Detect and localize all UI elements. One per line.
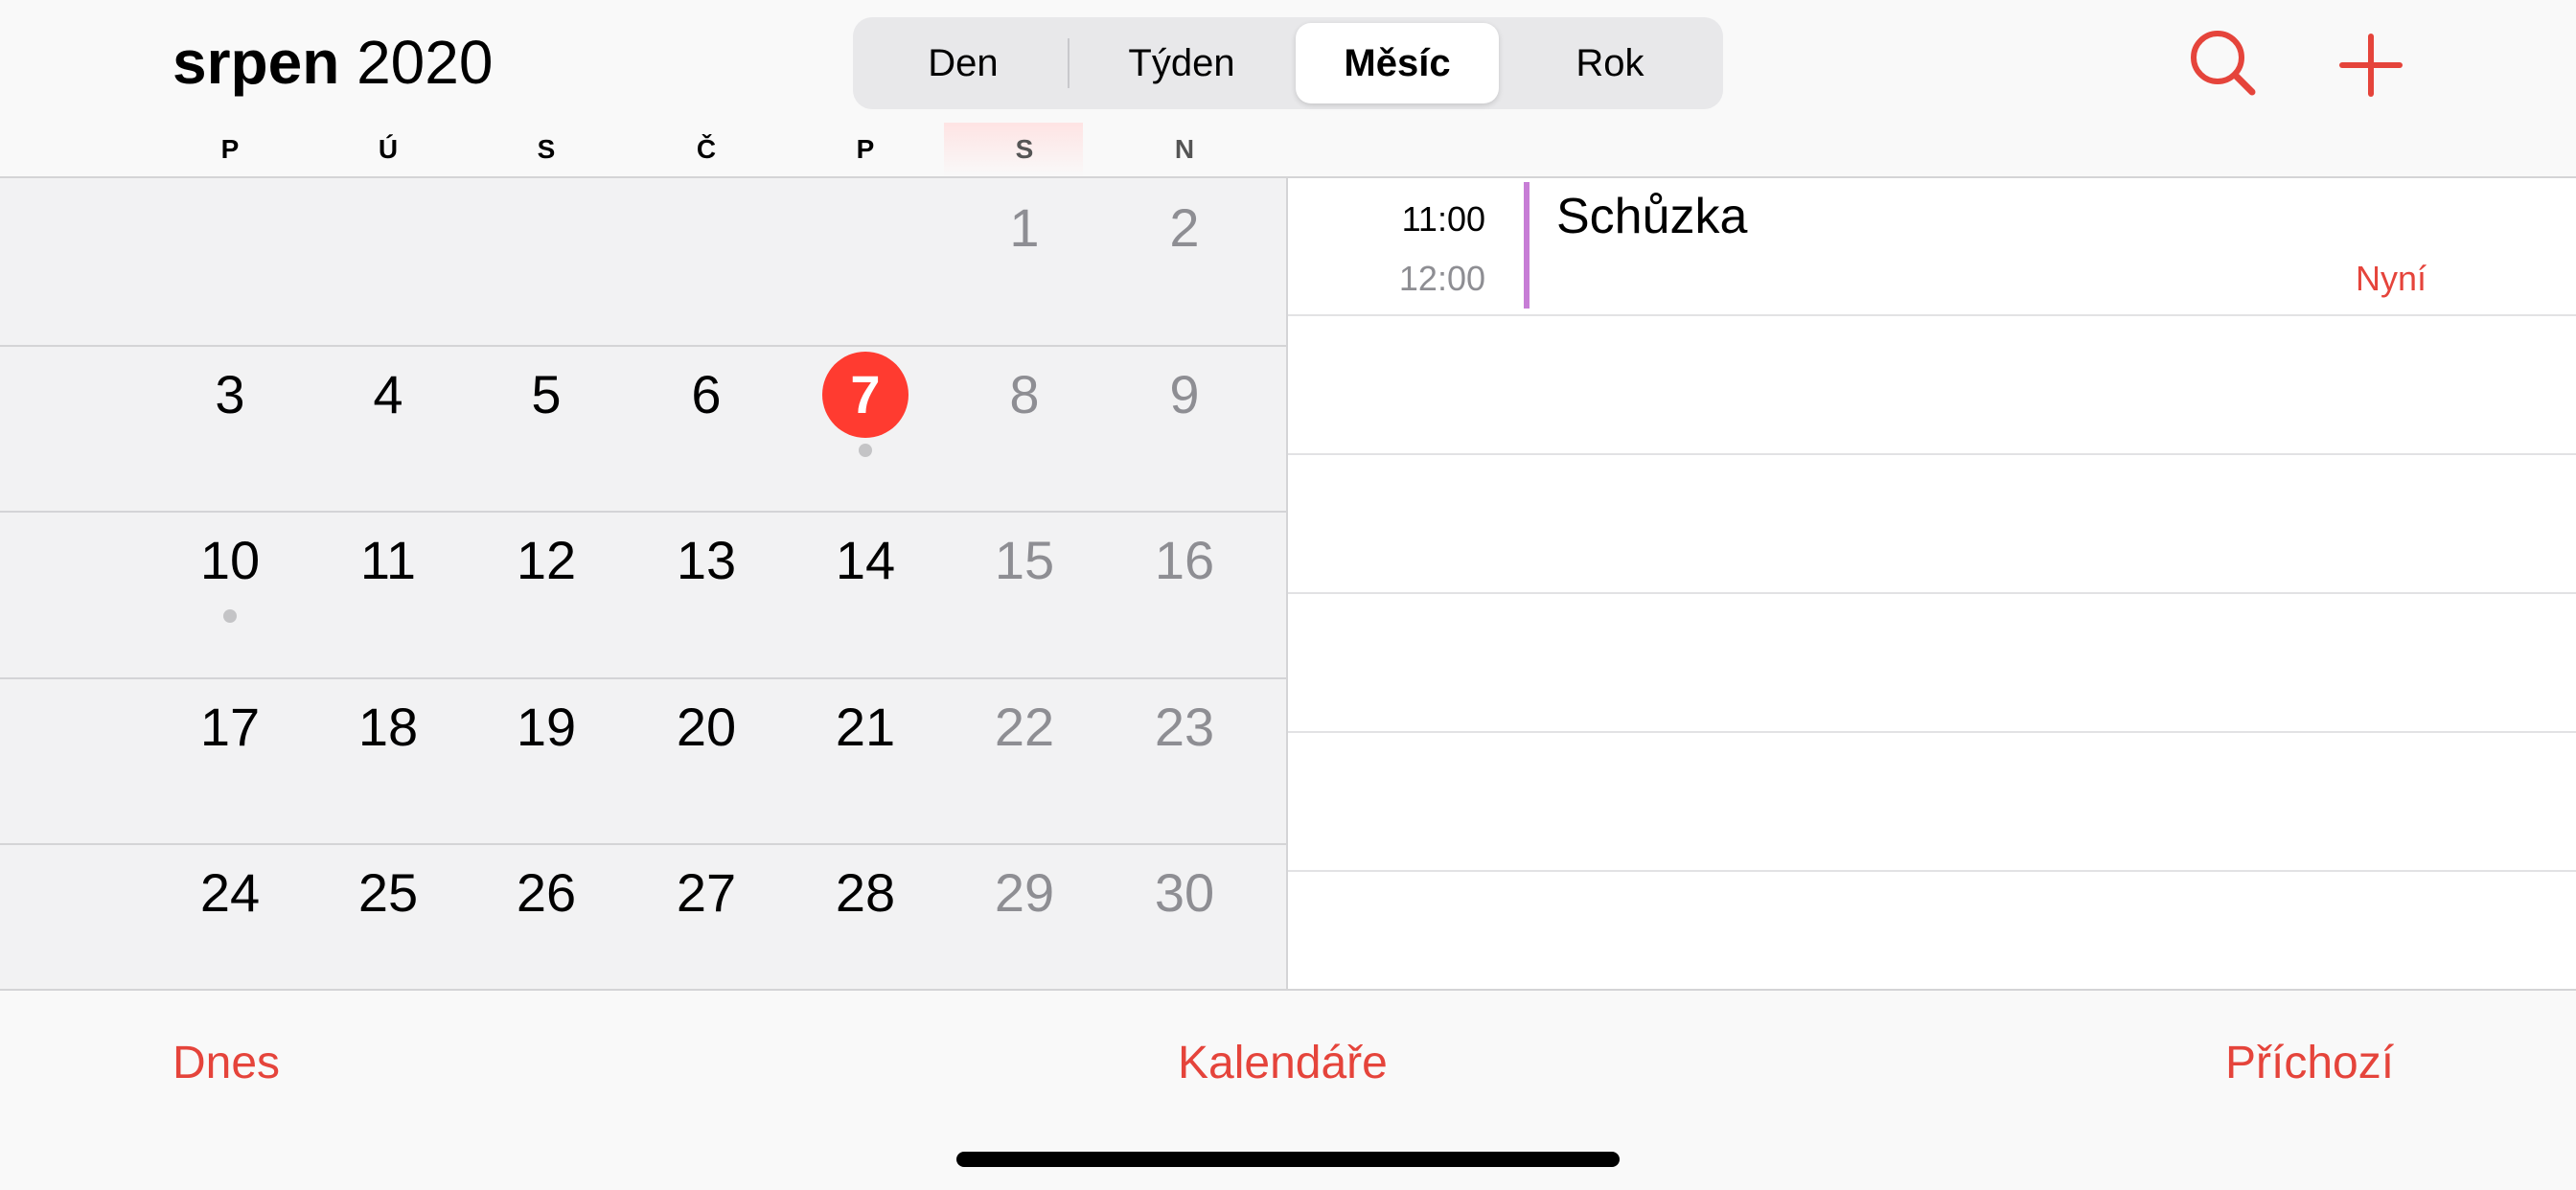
day-cell[interactable]: 13 — [658, 513, 754, 608]
event-title: Schůzka — [1556, 189, 1748, 244]
day-cell[interactable]: 20 — [658, 679, 754, 775]
day-cell[interactable]: 19 — [498, 679, 594, 775]
day-cell[interactable]: 11 — [340, 513, 436, 608]
event-dot — [223, 609, 237, 623]
day-cell[interactable]: 30 — [1137, 845, 1232, 941]
event-color-bar — [1524, 182, 1530, 309]
weekday-label: P — [220, 134, 240, 164]
day-cell[interactable]: 23 — [1137, 679, 1232, 775]
event-dot — [859, 444, 872, 457]
day-cell[interactable]: 2 — [1137, 180, 1232, 276]
event-end-time: 12:00 — [1398, 259, 1485, 298]
add-event-button[interactable] — [2333, 27, 2409, 103]
segment-week[interactable]: Týden — [1079, 23, 1284, 103]
magnifying-glass-icon — [2191, 31, 2256, 96]
day-cell[interactable]: 17 — [182, 679, 278, 775]
day-cell[interactable]: 29 — [977, 845, 1072, 941]
day-cell[interactable]: 12 — [498, 513, 594, 608]
plus-icon — [2339, 34, 2403, 97]
day-cell[interactable]: 24 — [182, 845, 278, 941]
day-cell[interactable]: 16 — [1137, 513, 1232, 608]
weekday-label: P — [856, 134, 875, 164]
row-divider — [1288, 453, 2576, 455]
segment-day[interactable]: Den — [866, 23, 1060, 103]
segment-year[interactable]: Rok — [1514, 23, 1706, 103]
row-divider — [1288, 870, 2576, 872]
day-cell[interactable]: 26 — [498, 845, 594, 941]
day-cell[interactable]: 14 — [817, 513, 913, 608]
segment-divider — [1068, 38, 1070, 88]
day-cell[interactable]: 15 — [977, 513, 1072, 608]
day-cell[interactable]: 1 — [977, 180, 1072, 276]
day-cell[interactable]: 9 — [1137, 347, 1232, 443]
day-cell[interactable]: 18 — [340, 679, 436, 775]
row-divider — [1288, 314, 2576, 316]
day-cell[interactable]: 6 — [658, 347, 754, 443]
event-status: Nyní — [2355, 259, 2426, 298]
day-cell[interactable]: 27 — [658, 845, 754, 941]
day-cell[interactable]: 4 — [340, 347, 436, 443]
day-cell[interactable]: 21 — [817, 679, 913, 775]
day-cell[interactable]: 5 — [498, 347, 594, 443]
year-label: 2020 — [356, 28, 494, 97]
day-cell[interactable]: 28 — [817, 845, 913, 941]
weekday-label: N — [1174, 134, 1195, 164]
month-label: srpen — [172, 28, 340, 97]
row-divider — [1288, 592, 2576, 594]
calendars-button[interactable]: Kalendáře — [1178, 1037, 1388, 1089]
weekday-label: Ú — [378, 134, 399, 164]
search-button[interactable] — [2185, 27, 2262, 103]
page-title: srpen 2020 — [172, 27, 493, 98]
weekday-label: Č — [696, 134, 717, 164]
weekday-label: S — [537, 134, 556, 164]
view-switcher: Den Týden Měsíc Rok — [853, 17, 1723, 109]
day-cell[interactable]: 7 — [817, 347, 913, 443]
weekday-label: S — [1015, 134, 1034, 164]
segment-month[interactable]: Měsíc — [1296, 23, 1499, 103]
day-cell[interactable]: 22 — [977, 679, 1072, 775]
day-cell[interactable]: 3 — [182, 347, 278, 443]
today-button[interactable]: Dnes — [172, 1037, 280, 1089]
day-cell[interactable]: 25 — [340, 845, 436, 941]
home-indicator — [956, 1152, 1620, 1167]
row-divider — [1288, 731, 2576, 733]
inbox-button[interactable]: Příchozí — [2225, 1037, 2394, 1089]
event-start-time: 11:00 — [1401, 199, 1485, 239]
day-cell[interactable]: 10 — [182, 513, 278, 608]
day-cell[interactable]: 8 — [977, 347, 1072, 443]
